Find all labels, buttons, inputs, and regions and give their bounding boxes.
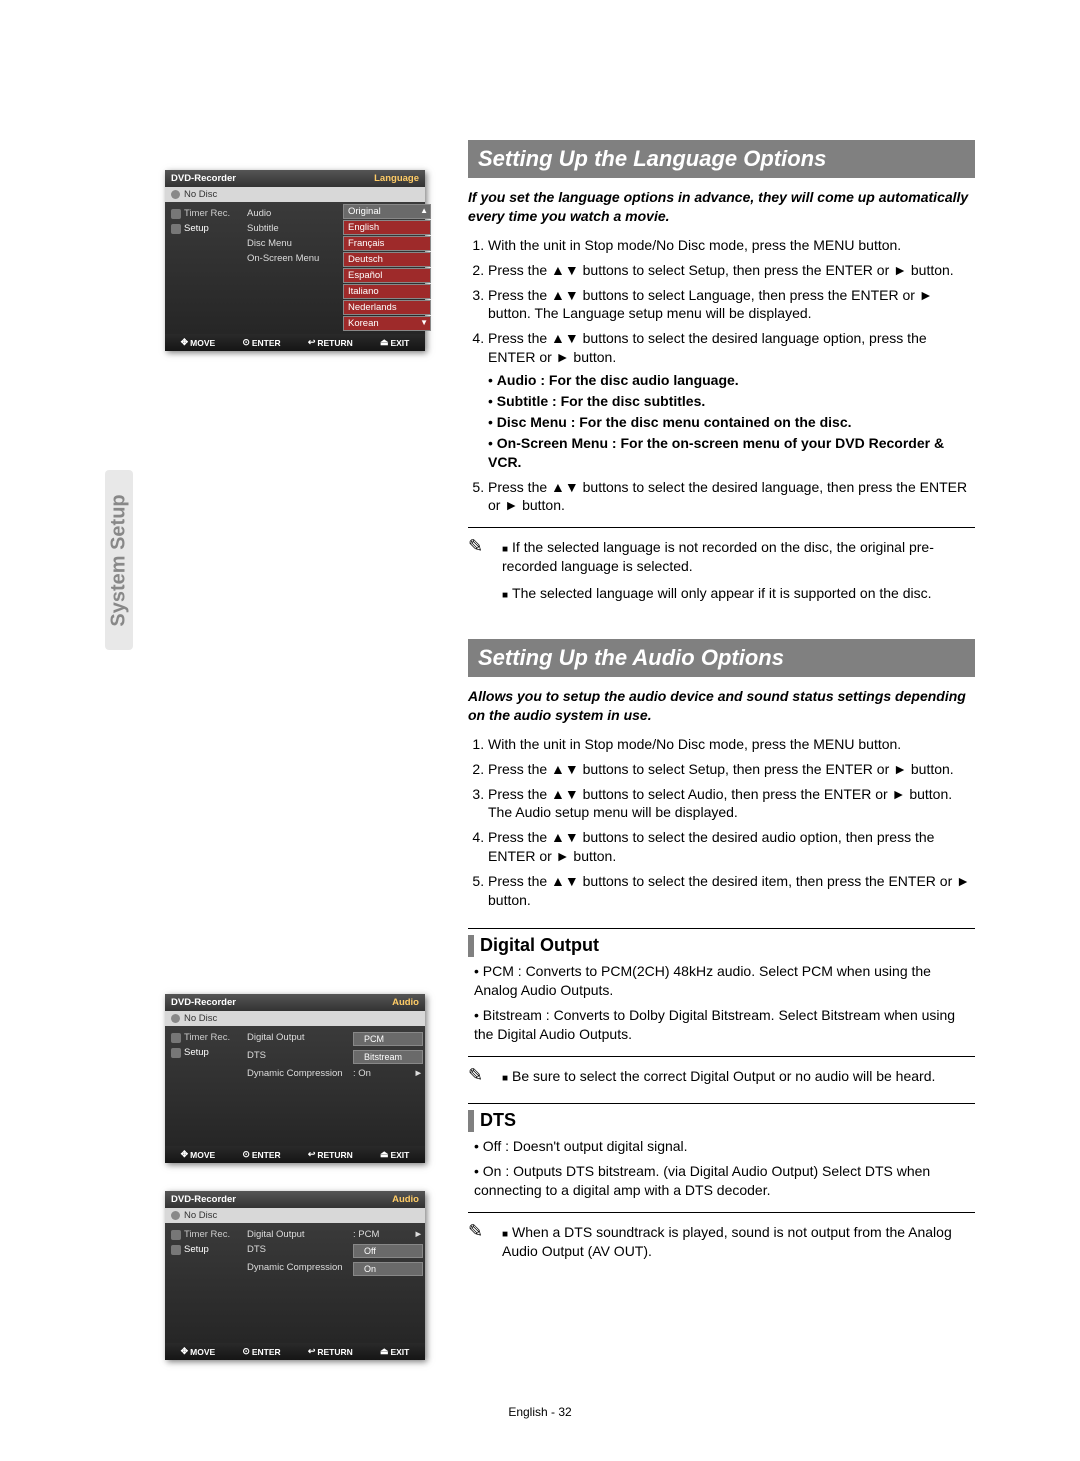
language-dropdown: Original▲ English Français Deutsch Españ… xyxy=(341,202,425,334)
screenshot-audio-dts: DVD-Recorder Audio No Disc Timer Rec. Se… xyxy=(165,1191,425,1360)
no-disc-label: No Disc xyxy=(184,189,217,200)
opt-subtitle: Subtitle xyxy=(247,223,279,234)
step-1: With the unit in Stop mode/No Disc mode,… xyxy=(488,236,975,255)
bullets-digital-output: PCM : Converts to PCM(2CH) 48kHz audio. … xyxy=(468,962,975,1044)
disc-icon xyxy=(171,190,180,199)
manual-page: System Setup DVD-Recorder Language No Di… xyxy=(0,0,1080,1461)
note-language: ✎ ■If the selected language is not recor… xyxy=(468,527,975,603)
clock-icon xyxy=(171,209,181,219)
steps-language: With the unit in Stop mode/No Disc mode,… xyxy=(468,236,975,516)
gear-icon xyxy=(171,1048,181,1058)
step-5: Press the ▲▼ buttons to select the desir… xyxy=(488,478,975,516)
panel-title: DVD-Recorder xyxy=(171,173,236,184)
heading-audio-options: Setting Up the Audio Options xyxy=(468,639,975,677)
clock-icon xyxy=(171,1230,181,1240)
no-disc-label: No Disc xyxy=(184,1013,217,1024)
side-setup: Setup xyxy=(184,223,209,234)
right-column: Setting Up the Language Options If you s… xyxy=(468,140,975,1388)
left-column: DVD-Recorder Language No Disc Timer Rec.… xyxy=(165,140,440,1388)
opt-discmenu: Disc Menu xyxy=(247,238,292,249)
clock-icon xyxy=(171,1033,181,1043)
note-dts: ✎ ■When a DTS soundtrack is played, soun… xyxy=(468,1212,975,1261)
side-tab: System Setup xyxy=(105,470,133,650)
side-tab-label: System Setup xyxy=(108,494,131,626)
step-4: Press the ▲▼ buttons to select the desir… xyxy=(488,329,975,471)
disc-icon xyxy=(171,1014,180,1023)
exit-icon: ⏏ xyxy=(380,337,389,348)
screenshot-audio-digital-output: DVD-Recorder Audio No Disc Timer Rec. Se… xyxy=(165,994,425,1163)
step-3: Press the ▲▼ buttons to select Language,… xyxy=(488,286,975,324)
return-icon: ↩ xyxy=(308,337,316,348)
intro-audio: Allows you to setup the audio device and… xyxy=(468,687,975,725)
screenshot-language-menu: DVD-Recorder Language No Disc Timer Rec.… xyxy=(165,170,425,351)
step-2: Press the ▲▼ buttons to select Setup, th… xyxy=(488,261,975,280)
gear-icon xyxy=(171,224,181,234)
note-icon: ✎ xyxy=(468,1221,483,1242)
note-icon: ✎ xyxy=(468,536,483,557)
enter-icon: ⊙ xyxy=(242,337,250,348)
steps-audio: With the unit in Stop mode/No Disc mode,… xyxy=(468,735,975,910)
side-timer: Timer Rec. xyxy=(184,208,230,219)
disc-icon xyxy=(171,1211,180,1220)
note-digital-output: ✎ ■Be sure to select the correct Digital… xyxy=(468,1056,975,1086)
page-number: English - 32 xyxy=(0,1405,1080,1419)
panel-title: DVD-Recorder xyxy=(171,997,236,1008)
gear-icon xyxy=(171,1245,181,1255)
subheading-dts: DTS xyxy=(468,1103,975,1131)
bullets-dts: Off : Doesn't output digital signal. On … xyxy=(468,1137,975,1200)
opt-audio: Audio xyxy=(247,208,271,219)
move-icon: ✥ xyxy=(181,337,189,348)
subheading-digital-output: Digital Output xyxy=(468,928,975,956)
panel-corner: Language xyxy=(374,173,419,184)
opt-osm: On-Screen Menu xyxy=(247,253,319,264)
heading-language-options: Setting Up the Language Options xyxy=(468,140,975,178)
intro-language: If you set the language options in advan… xyxy=(468,188,975,226)
note-icon: ✎ xyxy=(468,1065,483,1086)
panel-corner: Audio xyxy=(392,997,419,1008)
